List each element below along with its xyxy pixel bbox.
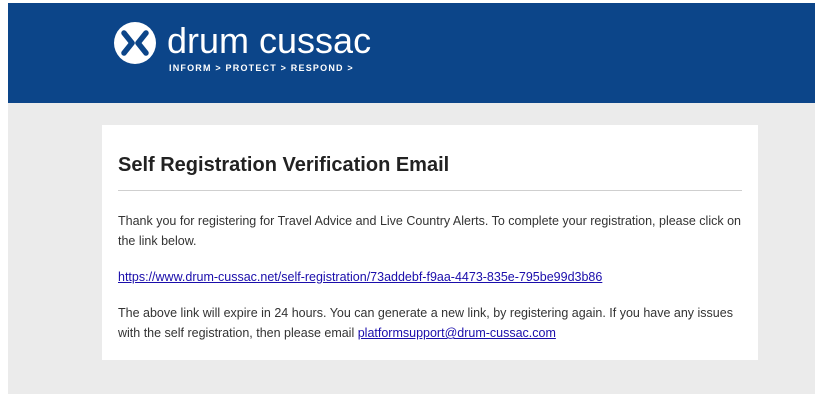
verification-link[interactable]: https://www.drum-cussac.net/self-registr…: [118, 270, 602, 284]
brand-tagline: INFORM > PROTECT > RESPOND >: [169, 63, 354, 73]
email-canvas: drum cussac INFORM > PROTECT > RESPOND >…: [8, 3, 815, 394]
drum-cussac-x-logo-icon: [114, 22, 156, 64]
brand-name: drum cussac: [167, 20, 372, 61]
intro-paragraph: Thank you for registering for Travel Adv…: [118, 214, 741, 248]
expiry-paragraph: The above link will expire in 24 hours. …: [118, 303, 742, 343]
title-divider: [118, 190, 742, 191]
support-email-link[interactable]: platformsupport@drum-cussac.com: [358, 326, 556, 340]
email-card: Self Registration Verification Email Tha…: [102, 125, 758, 360]
header-banner: drum cussac INFORM > PROTECT > RESPOND >: [8, 3, 815, 103]
link-paragraph: https://www.drum-cussac.net/self-registr…: [118, 267, 742, 287]
email-title: Self Registration Verification Email: [118, 154, 450, 176]
